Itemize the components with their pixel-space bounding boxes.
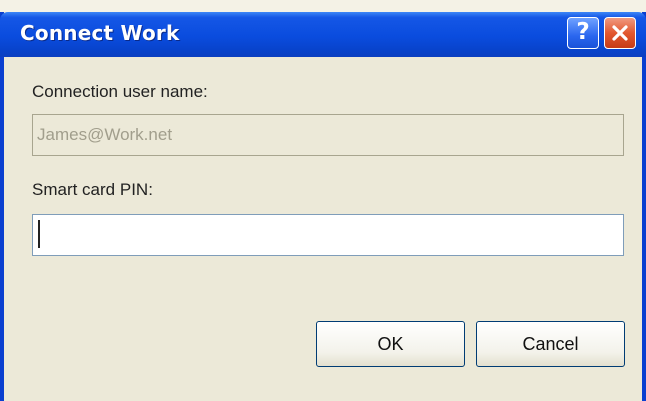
user-name-field: James@Work.net [32, 114, 624, 156]
pin-label: Smart card PIN: [32, 180, 153, 199]
ok-button[interactable]: OK [316, 321, 465, 367]
cancel-button[interactable]: Cancel [476, 321, 625, 367]
help-button[interactable]: ? [567, 17, 599, 49]
title-bar[interactable]: Connect Work ? [0, 12, 646, 57]
help-icon: ? [576, 19, 590, 45]
pin-input[interactable] [32, 214, 624, 256]
text-caret [38, 220, 40, 248]
user-name-label: Connection user name: [32, 82, 208, 101]
window-title: Connect Work [20, 21, 180, 45]
close-icon [612, 25, 628, 41]
close-button[interactable] [604, 17, 636, 49]
